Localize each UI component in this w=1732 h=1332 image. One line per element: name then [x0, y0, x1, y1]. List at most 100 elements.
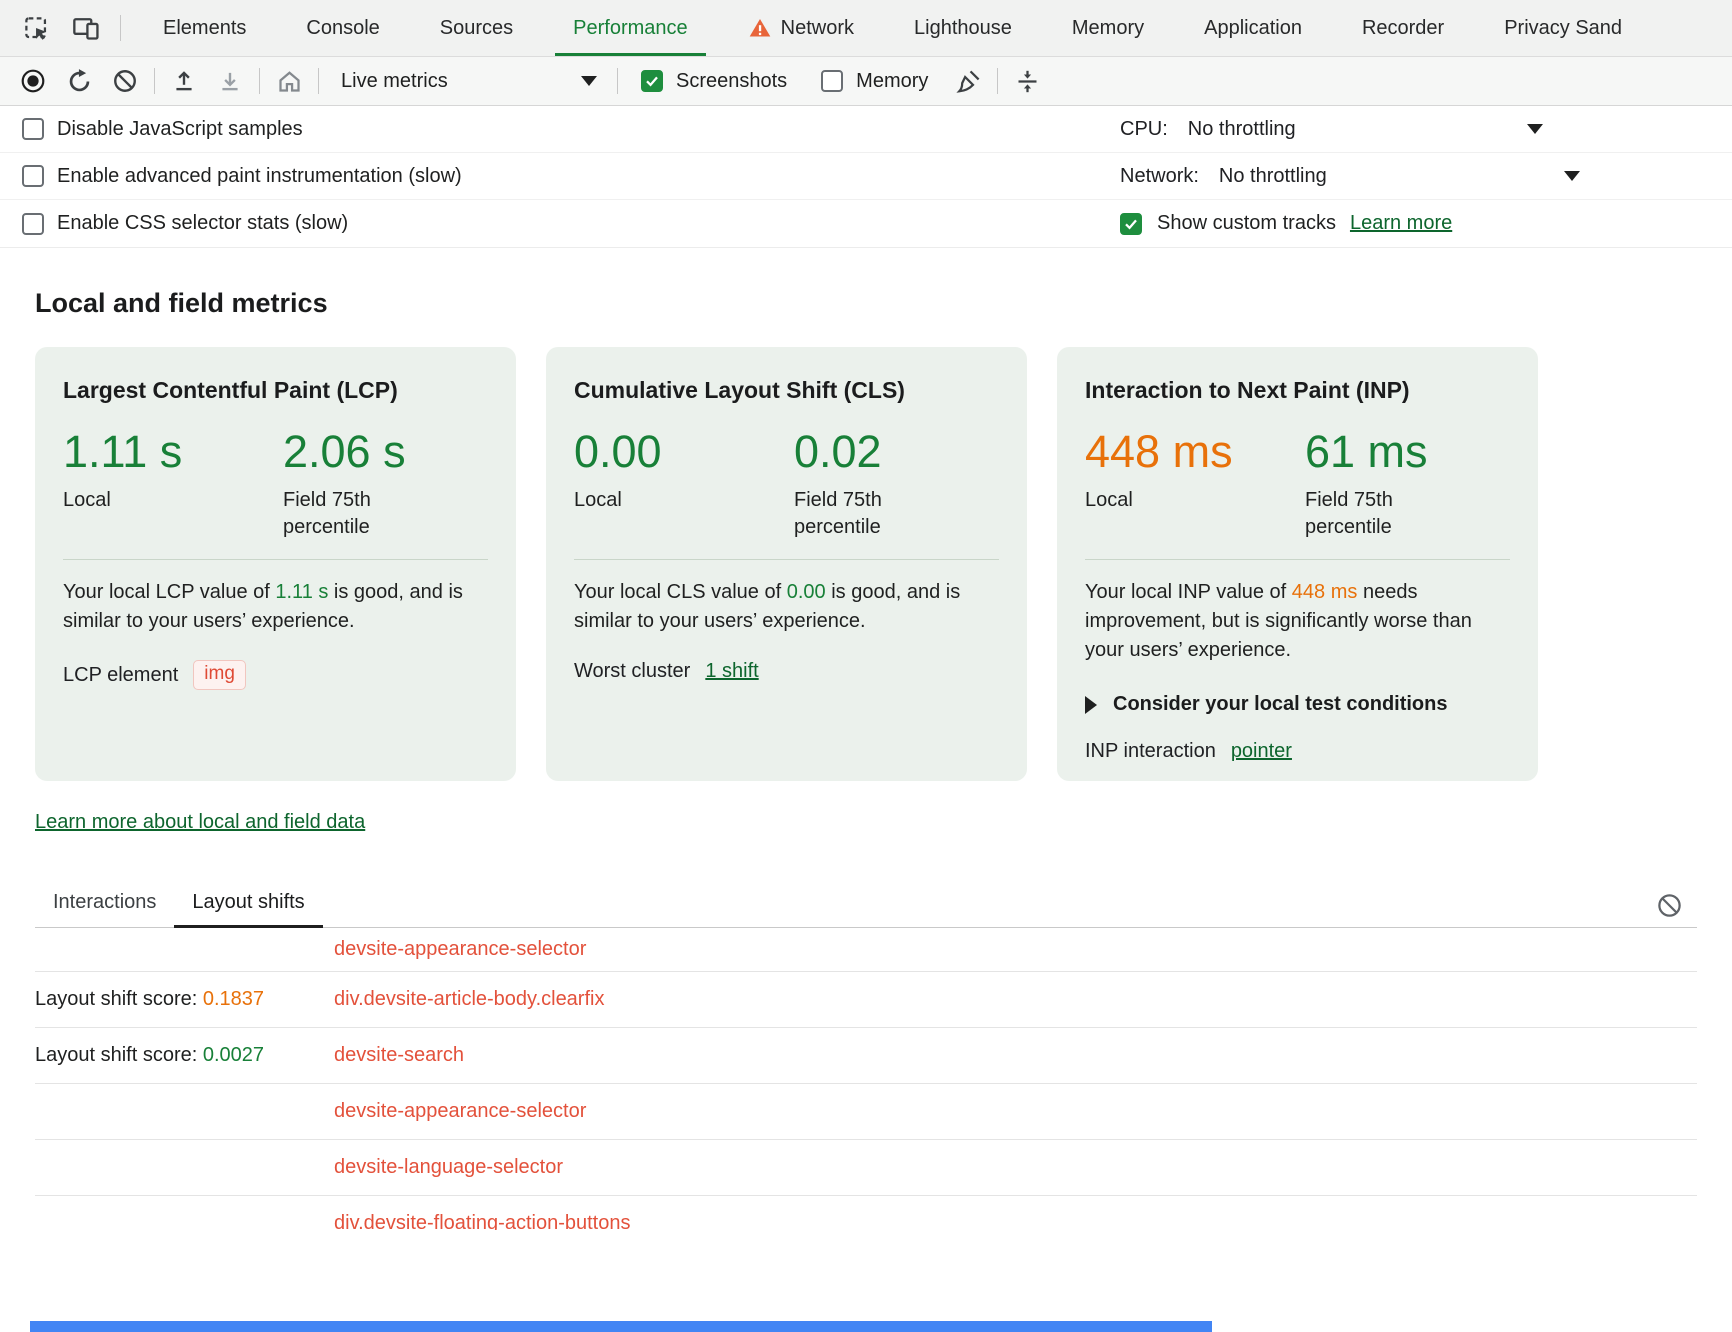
tab-network[interactable]: Network	[718, 0, 884, 56]
custom-tracks-learn-more-link[interactable]: Learn more	[1350, 212, 1452, 235]
local-test-conditions-expander[interactable]: Consider your local test conditions	[1085, 693, 1510, 716]
layout-shift-rows: devsite-appearance-selector Layout shift…	[35, 928, 1697, 1230]
cpu-throttling-select[interactable]: CPU: No throttling	[1120, 106, 1732, 152]
cpu-label: CPU:	[1120, 118, 1168, 141]
cls-description: Your local CLS value of 0.00 is good, an…	[574, 578, 999, 636]
shift-element-link[interactable]: devsite-appearance-selector	[334, 1100, 586, 1122]
tab-label: Sources	[440, 17, 513, 40]
setting-row: Enable CSS selector stats (slow) Show cu…	[0, 200, 1732, 247]
gc-brush-icon[interactable]	[947, 62, 989, 100]
tab-interactions[interactable]: Interactions	[35, 891, 174, 927]
card-title: Cumulative Layout Shift (CLS)	[574, 377, 999, 404]
shift-element-link[interactable]: div.devsite-article-body.clearfix	[334, 988, 604, 1010]
tab-label: Memory	[1072, 17, 1144, 40]
upload-profile-icon[interactable]	[163, 62, 205, 100]
shift-element-link[interactable]: devsite-appearance-selector	[334, 938, 586, 960]
panel-tabs: Elements Console Sources Performance Net…	[133, 0, 1652, 56]
checkbox-checked-icon	[1120, 213, 1142, 235]
layout-shift-row: Layout shift score: 0.0027 devsite-searc…	[35, 1028, 1697, 1084]
checkbox-unchecked-icon	[22, 213, 44, 235]
layout-shift-row: div.devsite-floating-action-buttons	[35, 1196, 1697, 1230]
learn-more-field-data-link[interactable]: Learn more about local and field data	[35, 811, 365, 833]
collapse-panel-icon[interactable]	[1006, 62, 1048, 100]
cpu-value: No throttling	[1188, 118, 1296, 141]
shift-element-link[interactable]: div.devsite-floating-action-buttons	[334, 1212, 630, 1230]
tab-label: Privacy Sand	[1504, 17, 1622, 40]
cls-card: Cumulative Layout Shift (CLS) 0.00 Local…	[546, 347, 1027, 781]
log-tabs: Interactions Layout shifts	[35, 882, 1697, 928]
tab-performance[interactable]: Performance	[543, 0, 718, 56]
shift-score-value: 0.1837	[203, 988, 264, 1010]
inspect-element-icon[interactable]	[16, 9, 56, 47]
toolbar-divider	[617, 68, 618, 94]
performance-toolbar: Live metrics Screenshots Memory	[0, 57, 1732, 106]
device-toolbar-icon[interactable]	[66, 9, 106, 47]
checkbox-unchecked-icon	[821, 70, 843, 92]
memory-label: Memory	[856, 70, 928, 93]
css-selector-stats-checkbox[interactable]: Enable CSS selector stats (slow)	[22, 212, 348, 235]
tab-memory[interactable]: Memory	[1042, 0, 1174, 56]
worst-cluster-link[interactable]: 1 shift	[705, 660, 758, 683]
local-label: Local	[1085, 487, 1200, 514]
tab-label: Application	[1204, 17, 1302, 40]
chevron-down-icon	[581, 76, 597, 86]
inp-description: Your local INP value of 448 ms needs imp…	[1085, 578, 1510, 665]
record-icon[interactable]	[12, 62, 54, 100]
shift-element-link[interactable]: devsite-search	[334, 1044, 464, 1066]
tab-sources[interactable]: Sources	[410, 0, 543, 56]
tab-label: Network	[781, 17, 854, 40]
lcp-local-value: 1.11 s	[63, 428, 283, 475]
divider	[1085, 559, 1510, 560]
shift-score-value: 0.0027	[203, 1044, 264, 1066]
reload-record-icon[interactable]	[58, 62, 100, 100]
focus-indicator-bar	[30, 1321, 1212, 1332]
divider	[63, 559, 488, 560]
tab-label: Recorder	[1362, 17, 1444, 40]
screenshots-checkbox[interactable]: Screenshots	[626, 70, 802, 93]
tab-label: Performance	[573, 17, 688, 40]
network-throttling-select[interactable]: Network: No throttling	[1120, 153, 1732, 199]
screenshots-label: Screenshots	[676, 70, 787, 93]
tab-application[interactable]: Application	[1174, 0, 1332, 56]
setting-row: Disable JavaScript samples CPU: No throt…	[0, 106, 1732, 153]
tab-lighthouse[interactable]: Lighthouse	[884, 0, 1042, 56]
inp-interaction-label: INP interaction	[1085, 740, 1216, 763]
field-label: Field 75th percentile	[283, 487, 398, 541]
warning-icon	[748, 16, 772, 40]
home-icon[interactable]	[268, 62, 310, 100]
tab-label: Elements	[163, 17, 246, 40]
toolbar-divider	[259, 68, 260, 94]
show-custom-tracks-checkbox[interactable]: Show custom tracks	[1120, 212, 1336, 235]
memory-checkbox[interactable]: Memory	[806, 70, 943, 93]
local-label: Local	[63, 487, 178, 514]
tab-elements[interactable]: Elements	[133, 0, 276, 56]
tab-recorder[interactable]: Recorder	[1332, 0, 1474, 56]
setting-label: Disable JavaScript samples	[57, 118, 303, 141]
tab-console[interactable]: Console	[276, 0, 409, 56]
worst-cluster-label: Worst cluster	[574, 660, 690, 683]
inp-interaction-link[interactable]: pointer	[1231, 740, 1292, 763]
toolbar-divider	[154, 68, 155, 94]
live-metrics-label: Live metrics	[341, 70, 448, 93]
metric-cards: Largest Contentful Paint (LCP) 1.11 s Lo…	[35, 347, 1697, 781]
tab-layout-shifts[interactable]: Layout shifts	[174, 891, 322, 927]
setting-label: Enable CSS selector stats (slow)	[57, 212, 348, 235]
triangle-right-icon	[1085, 696, 1097, 714]
download-profile-icon[interactable]	[209, 62, 251, 100]
clear-log-icon[interactable]	[1656, 892, 1683, 919]
local-label: Local	[574, 487, 689, 514]
layout-shift-row: Layout shift score: 0.1837 div.devsite-a…	[35, 972, 1697, 1028]
live-metrics-select[interactable]: Live metrics	[327, 70, 609, 93]
advanced-paint-checkbox[interactable]: Enable advanced paint instrumentation (s…	[22, 165, 462, 188]
clear-icon[interactable]	[104, 62, 146, 100]
card-title: Largest Contentful Paint (LCP)	[63, 377, 488, 404]
lcp-card: Largest Contentful Paint (LCP) 1.11 s Lo…	[35, 347, 516, 781]
tab-privacy-sandbox[interactable]: Privacy Sand	[1474, 0, 1652, 56]
card-title: Interaction to Next Paint (INP)	[1085, 377, 1510, 404]
layout-shift-row: devsite-appearance-selector	[35, 1084, 1697, 1140]
custom-tracks-label: Show custom tracks	[1157, 212, 1336, 235]
shift-element-link[interactable]: devsite-language-selector	[334, 1156, 563, 1178]
checkbox-checked-icon	[641, 70, 663, 92]
disable-js-samples-checkbox[interactable]: Disable JavaScript samples	[22, 118, 303, 141]
lcp-element-node-link[interactable]: img	[193, 660, 246, 690]
